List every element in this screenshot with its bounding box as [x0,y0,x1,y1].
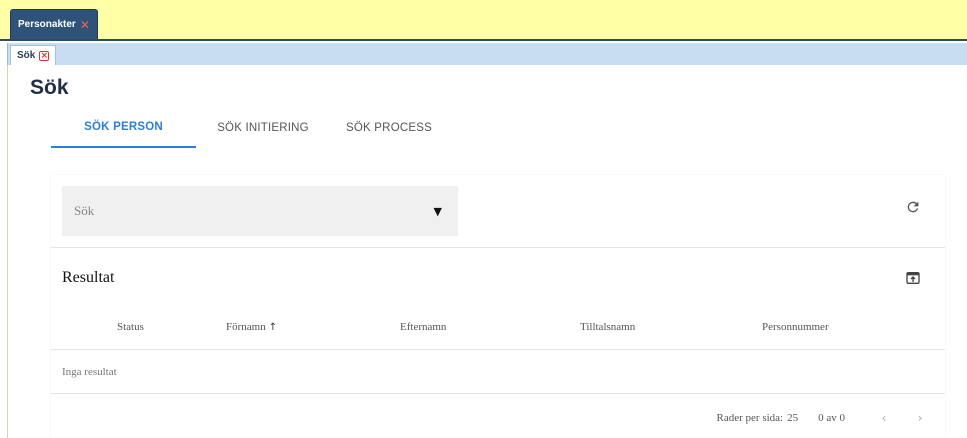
sort-ascending-icon: ↑ [268,322,278,333]
pagination: Rader per sida: 25 0 av 0 ‹ › [717,408,945,428]
close-icon[interactable]: ✕ [80,19,90,31]
tab-sok-process[interactable]: SÖK PROCESS [330,108,448,148]
close-icon[interactable]: × [39,50,50,61]
tab-sok-initiering[interactable]: SÖK INITIERING [196,108,330,148]
rows-per-page-select[interactable]: 25 [787,412,798,424]
chevron-right-icon[interactable]: › [909,411,931,425]
tab-sok-person[interactable]: SÖK PERSON [51,108,196,148]
search-tabs: SÖK PERSON SÖK INITIERING SÖK PROCESS [51,108,448,148]
rows-per-page-label: Rader per sida: [716,412,784,424]
column-personnummer[interactable]: Personnummer [762,321,829,333]
dropdown-arrow-icon[interactable]: ▼ [434,205,442,218]
divider [51,393,945,394]
search-select[interactable]: Sök ▼ [62,186,458,236]
results-table-header: Status Förnamn ↑ Efternamn Tilltalsnamn P… [51,316,945,340]
tab-personakter-label: Personakter [18,19,76,30]
results-title: Resultat [62,269,115,286]
sub-tab-strip: Sök × [7,43,967,65]
column-tilltalsnamn[interactable]: Tilltalsnamn [580,321,635,333]
tab-sok[interactable]: Sök × [10,45,57,65]
page-title: Sök [30,76,69,99]
export-icon[interactable] [905,270,921,286]
column-fornamn[interactable]: Förnamn ↑ [226,321,277,333]
frame-border [7,65,8,438]
search-placeholder: Sök [74,203,95,218]
divider [51,247,945,248]
tab-personakter[interactable]: Personakter ✕ [10,9,98,39]
refresh-icon[interactable] [905,199,921,215]
top-tab-strip: Personakter ✕ [0,0,967,41]
tab-sok-label: Sök [17,50,36,61]
column-fornamn-label: Förnamn [226,321,266,333]
empty-results-message: Inga resultat [62,366,117,378]
divider [51,349,945,350]
pagination-range: 0 av 0 [818,412,845,424]
search-card: Sök ▼ Resultat Status Förnamn ↑ Efternamn… [51,175,945,438]
column-status[interactable]: Status [117,321,144,333]
chevron-left-icon[interactable]: ‹ [873,411,895,425]
column-efternamn[interactable]: Efternamn [400,321,446,333]
